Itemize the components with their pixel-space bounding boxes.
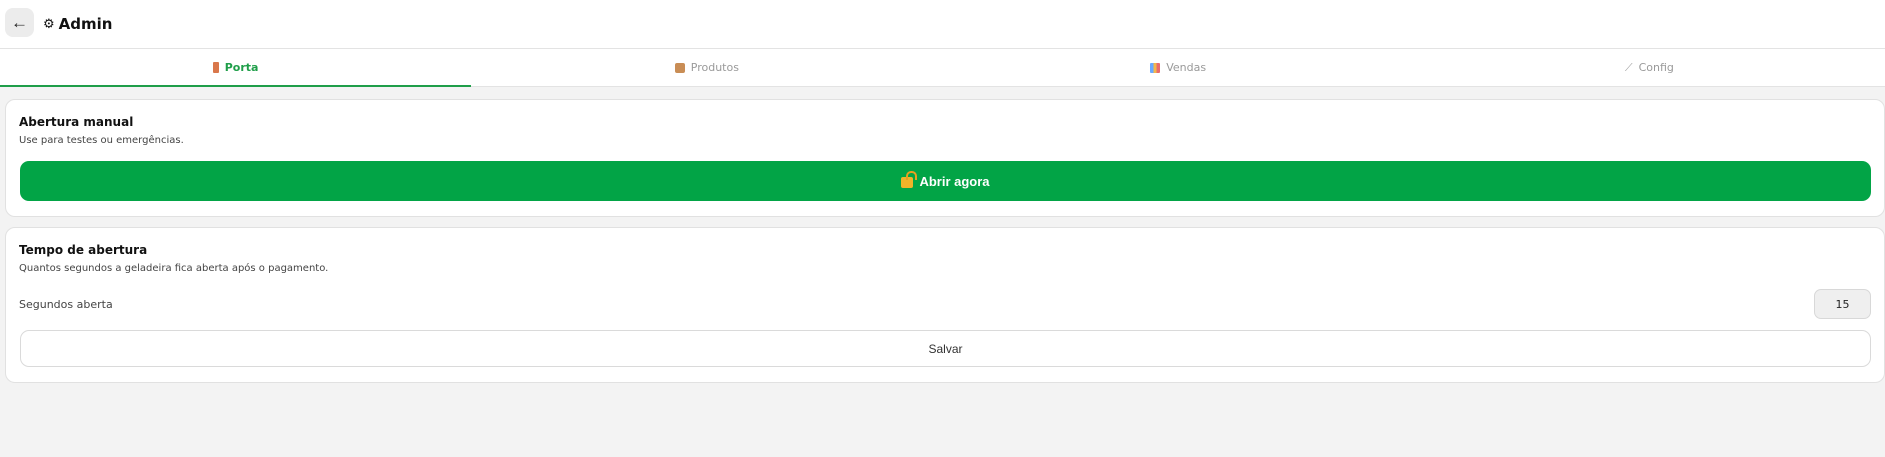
seconds-open-label: Segundos aberta — [19, 298, 113, 311]
tab-label: Porta — [224, 61, 259, 74]
package-icon — [674, 62, 685, 73]
tab-label: Config — [1638, 61, 1674, 74]
arrow-left-icon: ← — [11, 12, 28, 32]
card-title: Tempo de abertura — [19, 243, 148, 257]
back-button[interactable]: ← — [5, 8, 34, 37]
tab-label: Vendas — [1166, 61, 1207, 74]
wrench-icon: ⟋ — [1624, 60, 1633, 74]
tab-porta[interactable]: Porta — [0, 49, 472, 87]
open-now-label: Abrir agora — [919, 173, 990, 189]
tab-label: Produtos — [690, 61, 739, 74]
tab-vendas[interactable]: Vendas — [943, 49, 1414, 86]
door-icon — [212, 62, 219, 73]
open-time-card: Tempo de abertura Quantos segundos a gel… — [5, 227, 1885, 383]
seconds-open-input[interactable] — [1814, 289, 1871, 319]
page-title: ⚙ Admin — [43, 13, 112, 35]
save-label: Salvar — [928, 341, 963, 356]
tab-produtos[interactable]: Produtos — [471, 49, 942, 86]
manual-open-card: Abertura manual Use para testes ou emerg… — [5, 99, 1885, 217]
tab-bar: Porta Produtos Vendas ⟋ Config — [0, 49, 1885, 87]
page-title-text: Admin — [58, 15, 113, 33]
card-subtitle: Quantos segundos a geladeira fica aberta… — [19, 263, 329, 274]
unlock-icon — [901, 170, 918, 188]
chart-icon — [1150, 62, 1161, 73]
tab-config[interactable]: ⟋ Config — [1414, 49, 1885, 86]
save-button[interactable]: Salvar — [20, 330, 1871, 367]
card-title: Abertura manual — [19, 115, 134, 129]
open-now-button[interactable]: Abrir agora — [20, 161, 1871, 201]
top-bar: ← ⚙ Admin — [0, 0, 1885, 49]
gear-icon: ⚙ — [43, 16, 55, 32]
card-subtitle: Use para testes ou emergências. — [19, 135, 184, 146]
